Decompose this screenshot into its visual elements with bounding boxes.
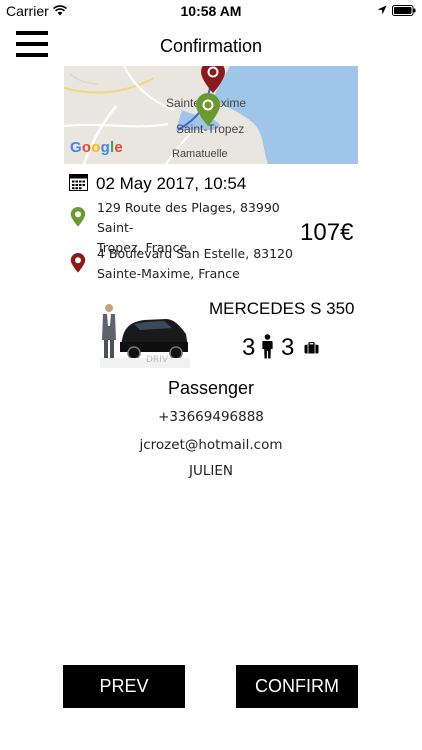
- battery-icon: [392, 5, 416, 16]
- dropoff-address: 4 Boulevard San Estelle, 83120 Sainte-Ma…: [97, 244, 297, 284]
- passenger-heading: Passenger: [167, 378, 255, 398]
- luggage-icon: [304, 342, 319, 354]
- map-label-ramatuelle: Ramatuelle: [172, 148, 228, 160]
- vehicle-image: DRIV: [100, 298, 190, 368]
- dropoff-marker-icon: [201, 66, 225, 93]
- route-map[interactable]: Sainte-Maxime Saint-Tropez Ramatuelle Go…: [64, 66, 358, 164]
- trip-price: 107€: [300, 219, 354, 246]
- pickup-marker-icon: [196, 93, 220, 126]
- dropoff-address-line-2: Sainte-Maxime, France: [97, 266, 240, 281]
- passenger-email: jcrozet@hotmail.com: [139, 437, 283, 453]
- dropoff-address-line-1: 4 Boulevard San Estelle, 83120: [97, 246, 293, 261]
- page-title: Confirmation: [159, 36, 263, 56]
- status-bar: Carrier 10:58 AM: [0, 0, 422, 22]
- confirm-button[interactable]: CONFIRM: [236, 665, 358, 708]
- pickup-pin-icon: [70, 207, 86, 227]
- vehicle-watermark: DRIV: [146, 355, 169, 365]
- prev-button[interactable]: PREV: [63, 665, 185, 708]
- passenger-count: 3: [242, 334, 256, 361]
- luggage-count: 3: [281, 334, 295, 361]
- person-icon: [262, 334, 273, 359]
- pickup-address-line-1: 129 Route des Plages, 83990 Saint-: [97, 200, 280, 235]
- booking-datetime: 02 May 2017, 10:54: [96, 174, 247, 193]
- calendar-icon: [69, 174, 88, 191]
- dropoff-pin-icon: [70, 253, 86, 273]
- passenger-phone: +33669496888: [158, 409, 264, 425]
- status-time: 10:58 AM: [180, 3, 242, 19]
- vehicle-name: MERCEDES S 350: [209, 299, 355, 318]
- location-arrow-icon: [377, 5, 387, 15]
- passenger-name: JULIEN: [189, 463, 233, 479]
- google-logo: Google: [70, 139, 123, 156]
